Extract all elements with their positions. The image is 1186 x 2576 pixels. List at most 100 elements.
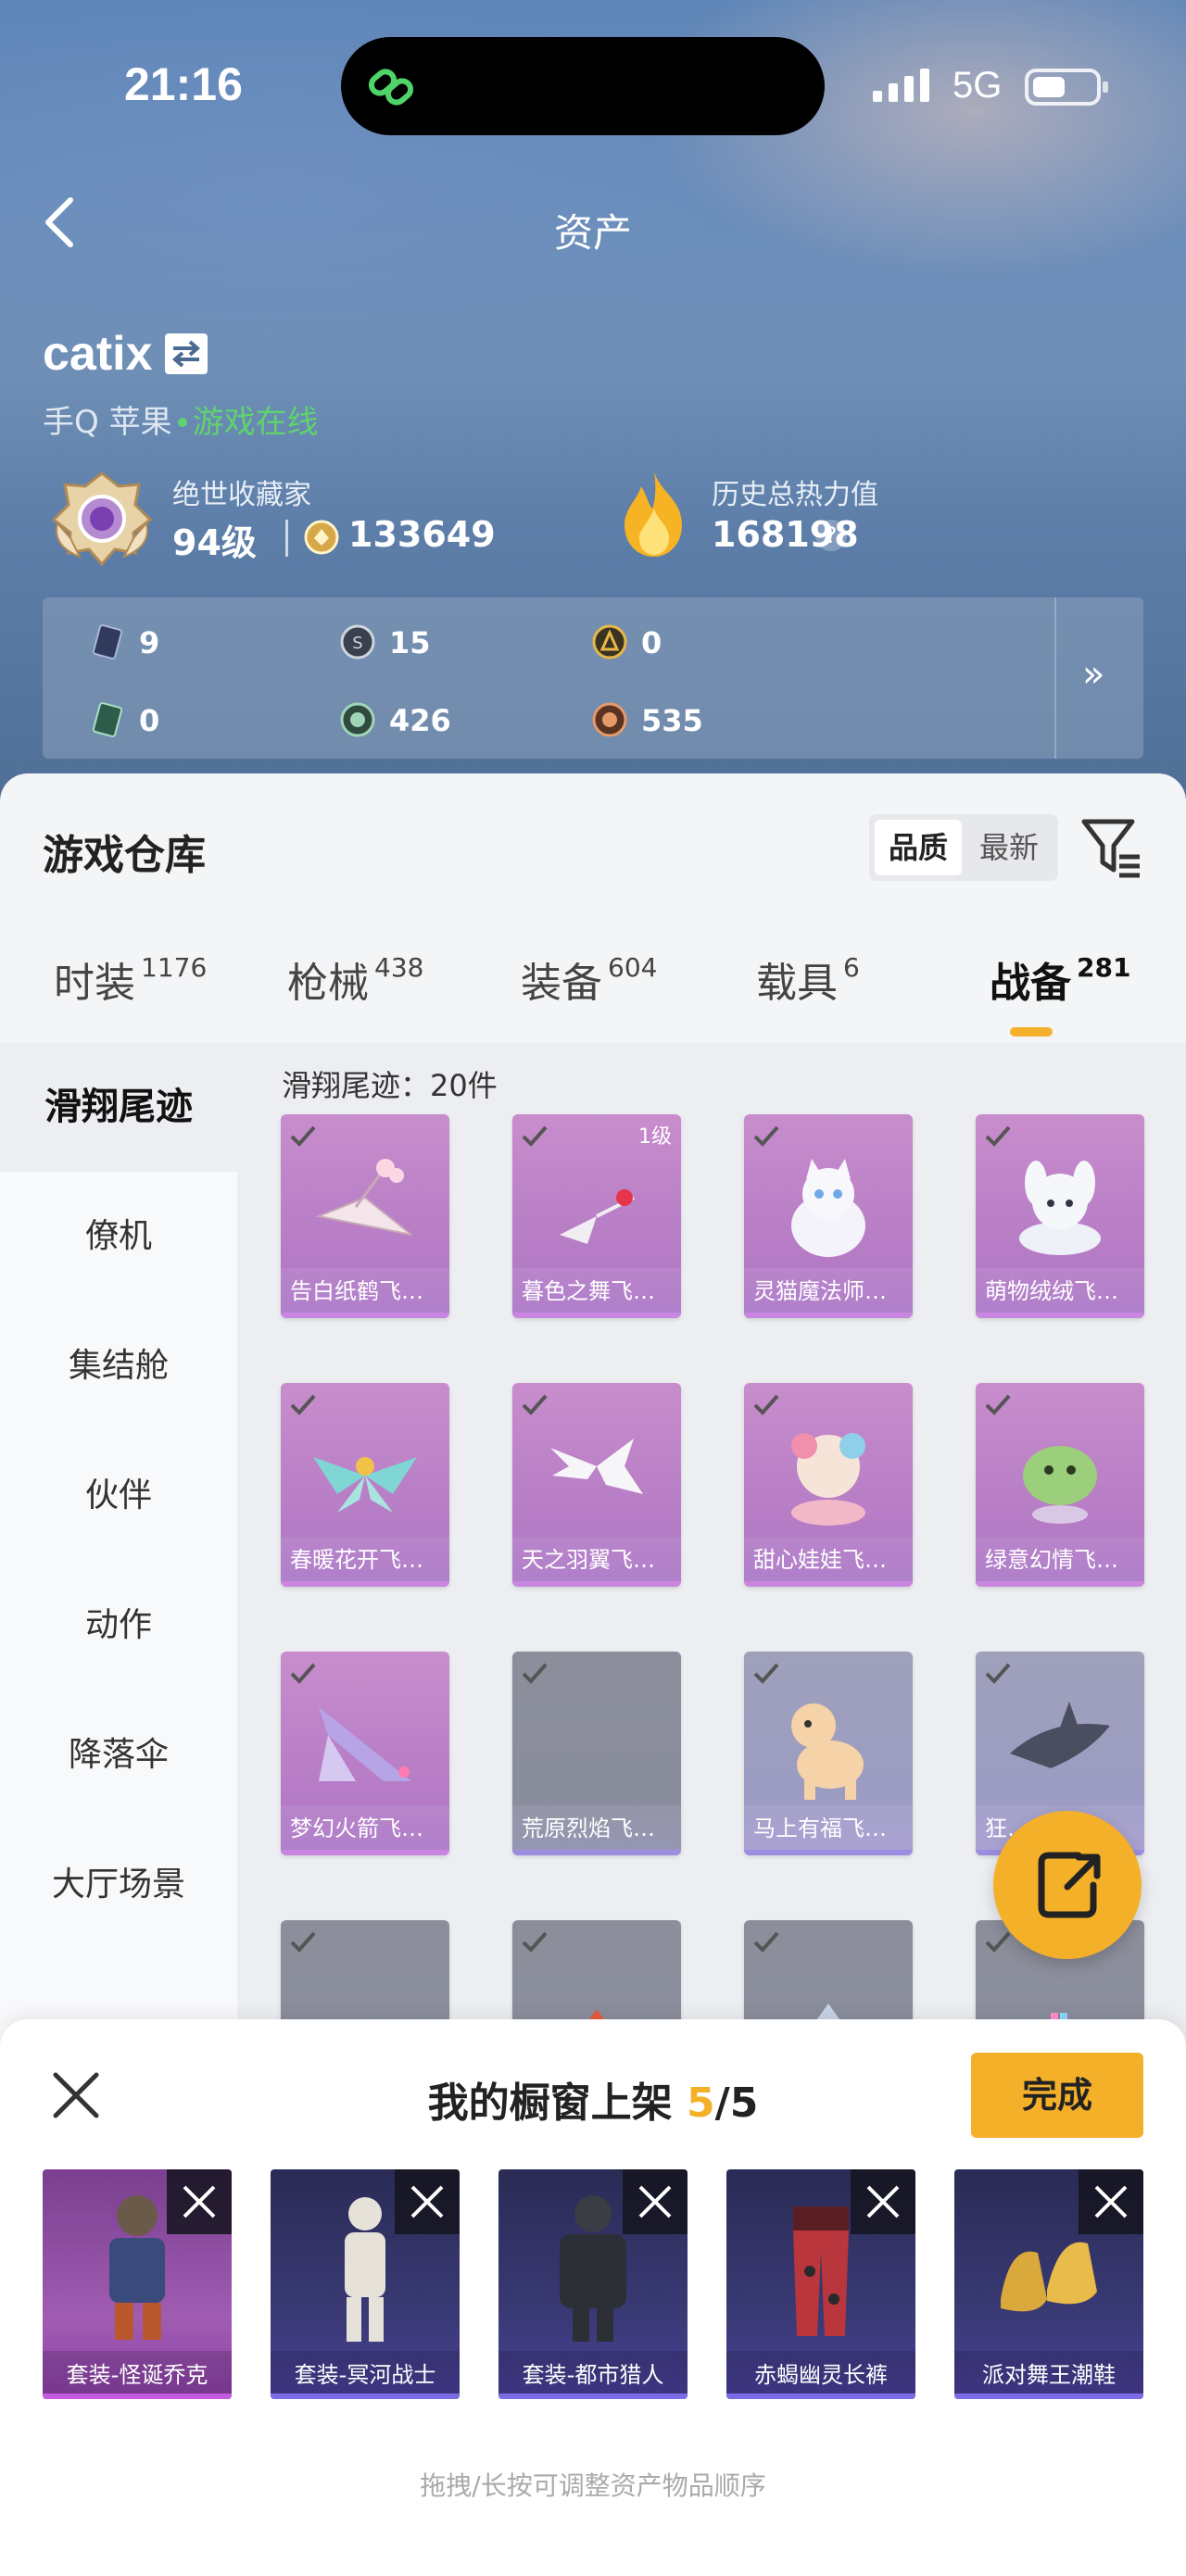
help-icon[interactable]: ? [815,520,847,551]
tab-label: 时装 [54,960,135,1007]
sidebar-item-glide-trail[interactable]: 滑翔尾迹 [0,1042,237,1172]
item-card[interactable]: 告白纸鹤飞… [281,1114,449,1318]
remove-item-button[interactable] [1079,2169,1143,2234]
heat-stat: 历史总热力值 168198 ? [615,468,1079,570]
tab-equipment[interactable]: 装备 604 [521,949,657,1009]
share-button[interactable] [993,1811,1142,1959]
online-status: 游戏在线 [192,404,319,441]
item-name: 萌物绒绒飞… [976,1268,1144,1318]
item-card[interactable]: 马上有福飞… [744,1652,913,1855]
item-name: 告白纸鹤飞… [281,1268,449,1318]
item-card[interactable]: 灵猫魔法师… [744,1114,913,1318]
currency-more-button[interactable]: » [1054,597,1143,759]
currency-value: 0 [139,703,160,738]
tab-combat-gear[interactable]: 战备 281 [990,949,1130,1009]
dynamic-island [341,37,825,135]
currency-value: 0 [641,625,662,660]
check-icon [522,1663,548,1684]
item-name: 天之羽翼飞… [512,1537,681,1587]
share-icon [1038,1852,1101,1918]
currency-value: 426 [389,703,451,738]
item-card[interactable]: 绿意幻情飞… [976,1383,1144,1587]
signal-icon [873,69,929,102]
showcase-item[interactable]: 套装-冥河战士 [271,2169,460,2399]
rarity-bar [498,2394,688,2399]
item-card[interactable]: 1级 暮色之舞飞… [512,1114,681,1318]
showcase-item-label: 赤蝎幽灵长裤 [726,2351,915,2399]
item-card[interactable]: 梦幻火箭飞… [281,1652,449,1855]
silver-coin-icon: S [340,624,375,660]
rarity-bar [43,2394,232,2399]
sort-toggle: 品质 最新 [869,814,1058,881]
flame-icon [625,471,682,557]
showcase-item[interactable]: 赤蝎幽灵长裤 [726,2169,915,2399]
tab-vehicles[interactable]: 载具 6 [756,949,860,1009]
sort-quality-option[interactable]: 品质 [875,820,962,875]
link-icon [368,69,414,106]
item-name: 绿意幻情飞… [976,1537,1144,1587]
tab-label: 载具 [756,960,838,1007]
sidebar-item-lobby-scene[interactable]: 大厅场景 [0,1820,237,1950]
done-button[interactable]: 完成 [971,2053,1143,2138]
category-tabs: 时装 1176 枪械 438 装备 604 载具 6 战备 281 [0,940,1186,1042]
item-card[interactable]: 天之羽翼飞… [512,1383,681,1587]
item-card[interactable]: 甜心娃娃飞… [744,1383,913,1587]
sidebar-item-companion[interactable]: 伙伴 [0,1431,237,1561]
tab-count: 438 [374,952,424,983]
showcase-count: 5 [687,2080,715,2127]
fluffy-bunny-icon [1019,1161,1101,1255]
pony-icon [791,1703,864,1800]
sidebar-item-emote[interactable]: 动作 [0,1561,237,1690]
remove-item-button[interactable] [395,2169,460,2234]
switch-account-icon[interactable] [164,333,208,374]
hero-background: 21:16 5G 资产 catix 手Q 苹果 游戏在线 绝世收藏家 94级 1… [0,0,1186,815]
item-card[interactable]: 荒原烈焰飞… [512,1652,681,1855]
rarity-bar [281,1850,449,1855]
item-card[interactable]: 萌物绒绒飞… [976,1114,1144,1318]
showcase-item-label: 套装-怪诞乔克 [43,2351,232,2399]
rarity-bar [512,1850,681,1855]
rarity-bar [512,1313,681,1318]
sidebar-item-pod[interactable]: 集结舱 [0,1301,237,1431]
rarity-bar [744,1313,913,1318]
showcase-item[interactable]: 派对舞王潮鞋 [954,2169,1143,2399]
remove-item-button[interactable] [167,2169,232,2234]
item-name: 甜心娃娃飞… [744,1537,913,1587]
rarity-bar [954,2394,1143,2399]
tab-label: 枪械 [287,960,369,1007]
rarity-bar [281,1313,449,1318]
remove-item-button[interactable] [623,2169,688,2234]
tab-fashion[interactable]: 时装 1176 [54,949,207,1009]
currency-panel: 9 S 15 0 0 426 535 » [43,597,1143,759]
tab-weapons[interactable]: 枪械 438 [287,949,423,1009]
stat-divider [285,520,288,557]
sort-latest-option[interactable]: 最新 [965,820,1053,875]
sidebar-item-parachute[interactable]: 降落伞 [0,1690,237,1820]
status-time: 21:16 [124,58,243,110]
user-platform: 手Q 苹果 [43,404,172,441]
filter-icon[interactable] [1079,814,1143,879]
green-card-icon [92,702,123,737]
collector-level: 94级 [172,522,257,563]
showcase-item[interactable]: 套装-怪诞乔克 [43,2169,232,2399]
item-name: 暮色之舞飞… [512,1268,681,1318]
nav-bar: 资产 [0,176,1186,269]
sidebar-item-wingman[interactable]: 僚机 [0,1172,237,1301]
showcase-item[interactable]: 套装-都市猎人 [498,2169,688,2399]
paper-crane-icon [315,1159,412,1236]
item-card[interactable]: 春暖花开飞… [281,1383,449,1587]
remove-item-button[interactable] [851,2169,915,2234]
collector-label: 绝世收藏家 [172,479,311,511]
user-header: catix [43,326,208,382]
collector-stat: 绝世收藏家 94级 133649 [43,468,599,570]
showcase-total: /5 [714,2080,759,2127]
page-title: 资产 [553,210,632,256]
tab-label: 装备 [521,960,602,1007]
bronze-coin-icon [592,702,627,737]
rarity-bar [271,2394,460,2399]
user-platform-line: 手Q 苹果 游戏在线 [43,396,319,442]
collector-coins: 133649 [348,514,496,555]
cactus-icon [1023,1446,1097,1524]
item-name: 梦幻火箭飞… [281,1805,449,1855]
heat-label: 历史总热力值 [712,479,878,511]
